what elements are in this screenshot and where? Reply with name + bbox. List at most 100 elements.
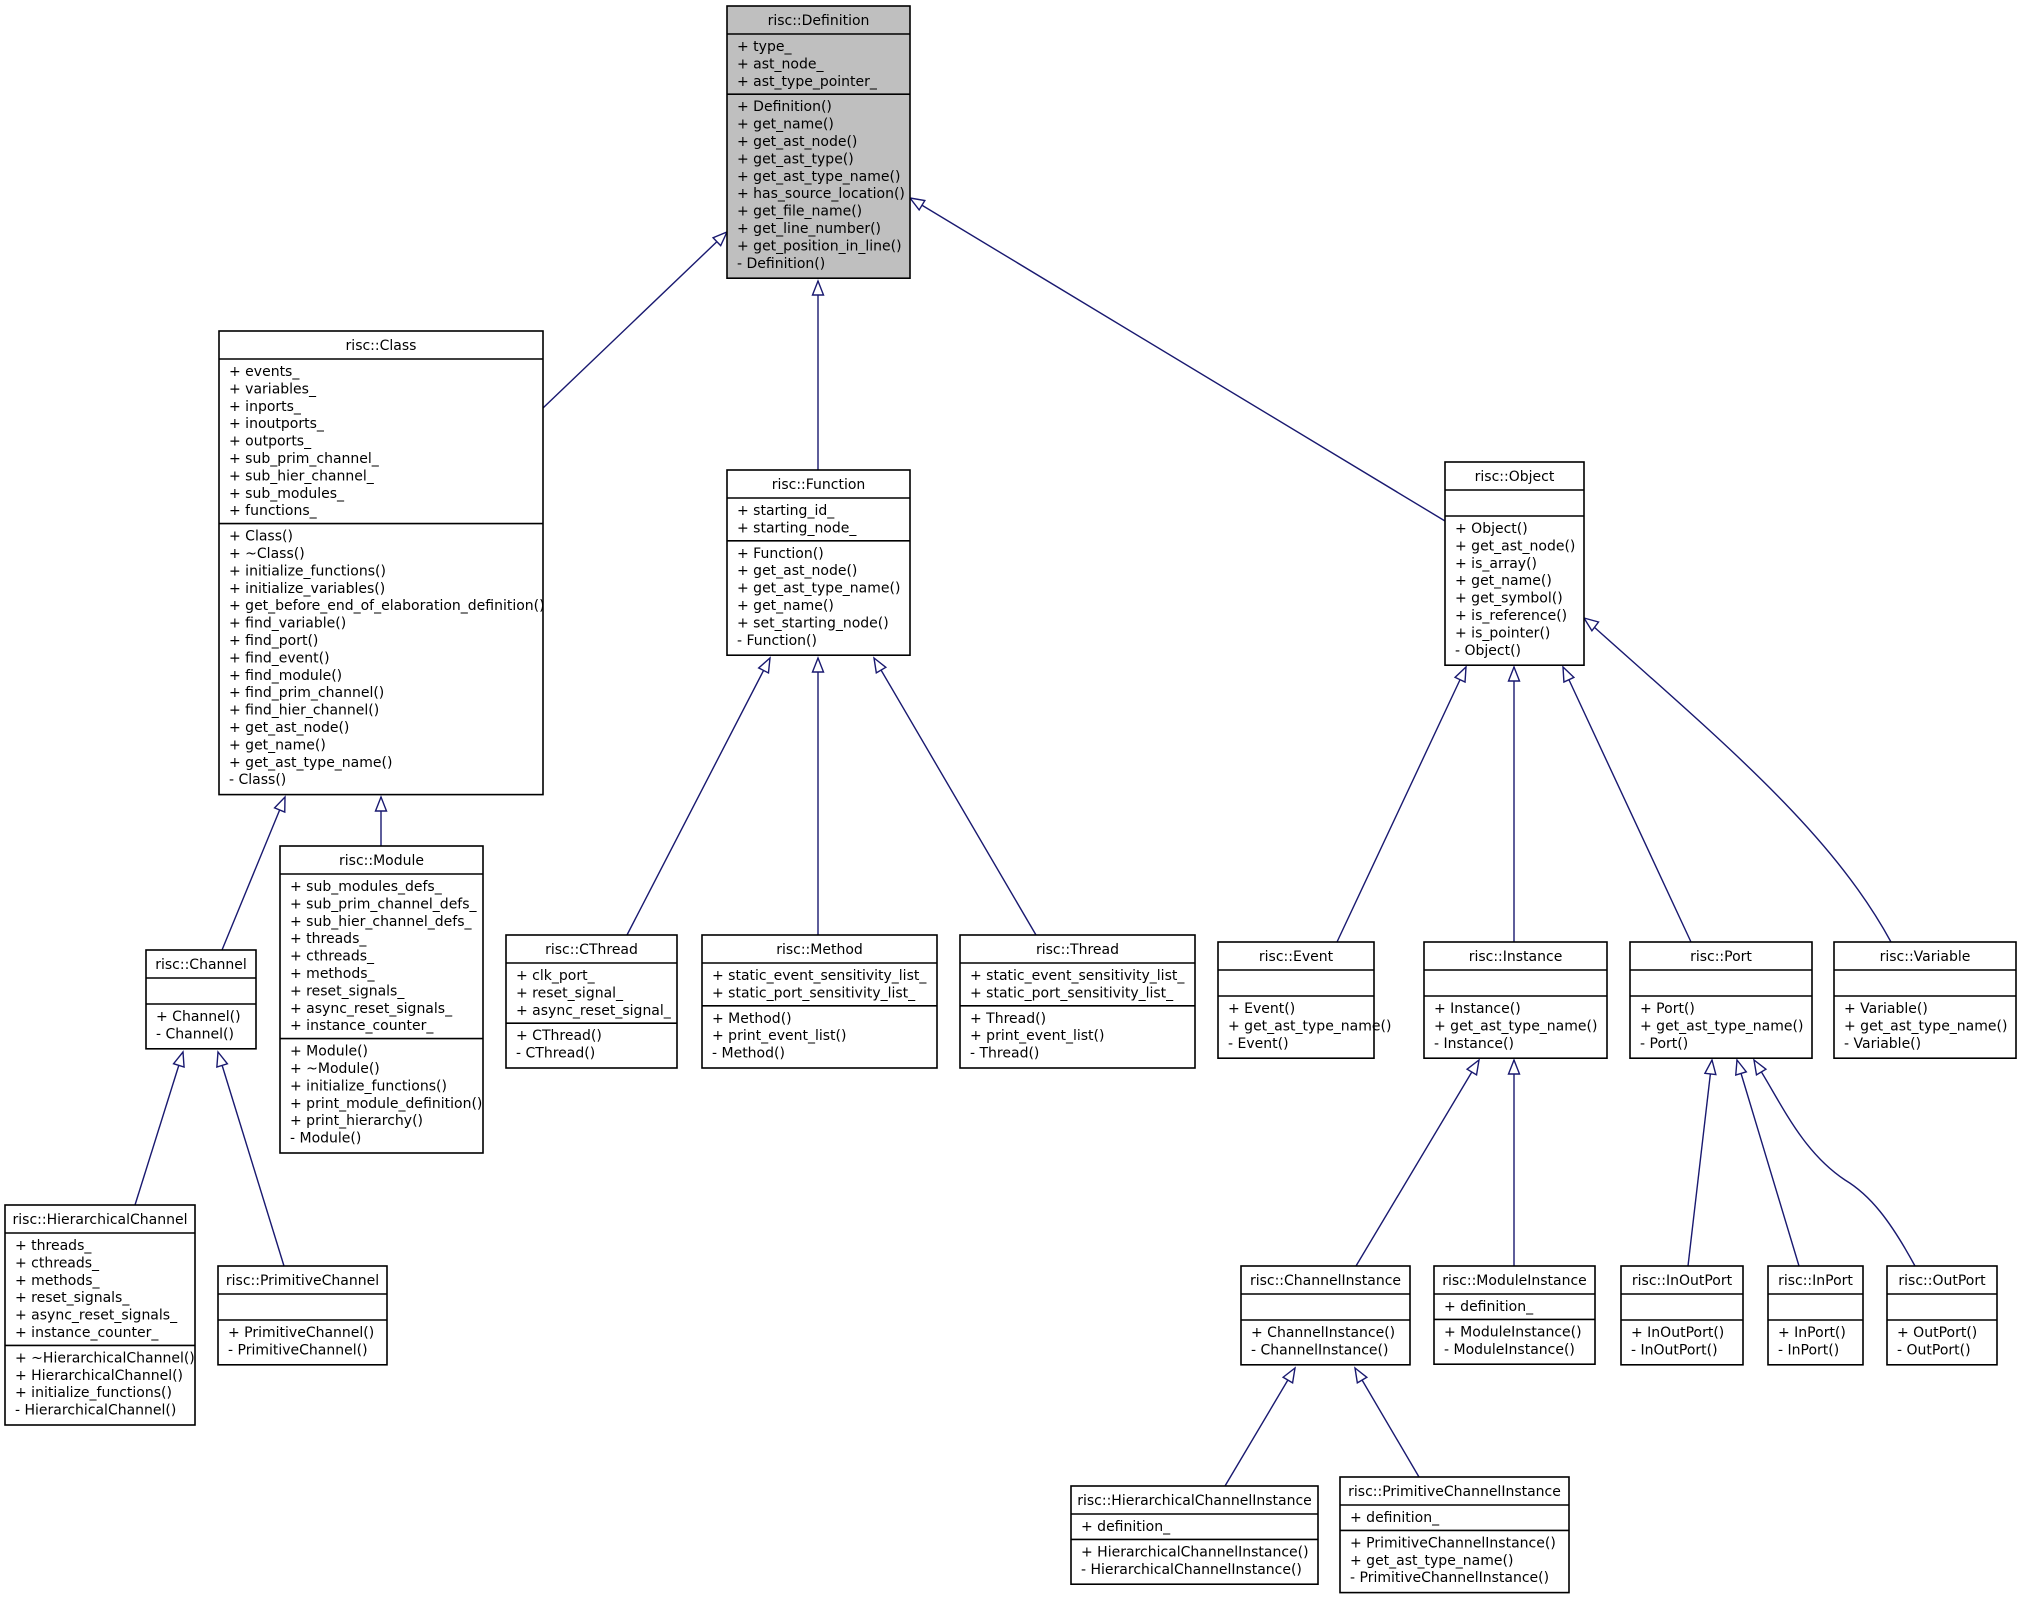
- generalization-arrow-icon: [1507, 665, 1521, 682]
- generalization-arrow-icon: [172, 1050, 185, 1068]
- class-method: + get_name(): [737, 598, 834, 614]
- class-box-primitive-channel-instance[interactable]: risc::PrimitiveChannelInstance+ definiti…: [1339, 1476, 1570, 1594]
- class-attribute: + static_port_sensitivity_list_: [712, 985, 916, 1001]
- generalization-arrow-icon: [1354, 1366, 1369, 1384]
- inheritance-edge-thread-to-function: [873, 656, 1037, 936]
- class-attribute: + variables_: [229, 381, 317, 397]
- class-method: + Object(): [1455, 521, 1528, 537]
- generalization-arrow-icon: [757, 656, 771, 675]
- class-box-event[interactable]: risc::Event+ Event()+ get_ast_type_name(…: [1217, 941, 1391, 1059]
- class-method: + InOutPort(): [1631, 1325, 1724, 1341]
- class-attribute: + definition_: [1350, 1510, 1440, 1526]
- class-name: risc::HierarchicalChannelInstance: [1077, 1493, 1312, 1509]
- class-box-in-out-port[interactable]: risc::InOutPort+ InOutPort()- InOutPort(…: [1620, 1265, 1744, 1366]
- class-method: + get_position_in_line(): [737, 238, 902, 254]
- class-box-object[interactable]: risc::Object+ Object()+ get_ast_node()+ …: [1444, 461, 1585, 666]
- class-method: + get_name(): [229, 737, 326, 753]
- class-method: - Function(): [737, 633, 817, 649]
- edge-line: [873, 657, 1037, 936]
- class-method: - Definition(): [737, 256, 825, 272]
- class-box-hierarchical-channel-instance[interactable]: risc::HierarchicalChannelInstance+ defin…: [1070, 1485, 1319, 1585]
- class-name: risc::Module: [339, 853, 424, 869]
- class-box-cthread[interactable]: risc::CThread+ clk_port_+ reset_signal_+…: [505, 934, 678, 1069]
- class-attribute: + definition_: [1444, 1299, 1534, 1315]
- edge-line: [1355, 1059, 1480, 1267]
- class-method: + Instance(): [1434, 1001, 1521, 1017]
- class-method: + find_hier_channel(): [229, 703, 379, 719]
- edge-line: [1354, 1367, 1420, 1478]
- class-name: risc::Method: [776, 942, 863, 958]
- class-attribute: + sub_modules_: [229, 486, 345, 502]
- class-box-out-port[interactable]: risc::OutPort+ OutPort()- OutPort(): [1886, 1265, 1998, 1366]
- class-attribute: + sub_hier_channel_defs_: [290, 914, 472, 930]
- class-method: + PrimitiveChannel(): [228, 1325, 374, 1341]
- class-box-channel-instance[interactable]: risc::ChannelInstance+ ChannelInstance()…: [1240, 1265, 1411, 1366]
- inheritance-edge-class-to-definition: [542, 230, 729, 409]
- inheritance-edge-primitive-channel-to-channel: [216, 1050, 285, 1267]
- class-method: + Class(): [229, 529, 293, 545]
- class-name: risc::ModuleInstance: [1442, 1273, 1587, 1289]
- class-method: + is_reference(): [1455, 608, 1567, 624]
- generalization-arrow-icon: [1507, 1058, 1521, 1075]
- class-method: + ModuleInstance(): [1444, 1324, 1582, 1340]
- generalization-arrow-icon: [374, 795, 388, 812]
- class-attribute: + methods_: [290, 966, 376, 982]
- generalization-arrow-icon: [1453, 665, 1467, 684]
- class-box-module[interactable]: risc::Module+ sub_modules_defs_+ sub_pri…: [279, 845, 484, 1154]
- inheritance-edge-variable-to-object: [1582, 616, 1892, 943]
- class-method: + Method(): [712, 1011, 792, 1027]
- class-method: + ~Module(): [290, 1061, 380, 1077]
- class-box-channel[interactable]: risc::Channel+ Channel()- Channel(): [145, 949, 257, 1050]
- class-box-instance[interactable]: risc::Instance+ Instance()+ get_ast_type…: [1423, 941, 1608, 1059]
- class-name: risc::InPort: [1778, 1273, 1853, 1289]
- class-method: + InPort(): [1778, 1325, 1846, 1341]
- class-box-function[interactable]: risc::Function+ starting_id_+ starting_n…: [726, 469, 911, 656]
- class-method: + initialize_functions(): [229, 563, 386, 579]
- class-name: risc::Class: [346, 338, 417, 354]
- class-attribute: + async_reset_signals_: [15, 1308, 178, 1324]
- generalization-arrow-icon: [1753, 1058, 1768, 1076]
- class-box-class[interactable]: risc::Class+ events_+ variables_+ inport…: [218, 330, 545, 796]
- inheritance-edge-module-instance-to-instance: [1507, 1058, 1521, 1266]
- class-method: + Module(): [290, 1044, 368, 1060]
- class-method: - Port(): [1640, 1036, 1688, 1052]
- edge-line: [626, 657, 771, 936]
- edge-line: [1736, 1059, 1800, 1267]
- class-method: + get_before_end_of_elaboration_definiti…: [229, 598, 545, 614]
- class-attribute: + static_port_sensitivity_list_: [970, 985, 1174, 1001]
- class-box-definition[interactable]: risc::Definition+ type_+ ast_node_+ ast_…: [726, 5, 911, 280]
- class-method: - ModuleInstance(): [1444, 1342, 1575, 1358]
- class-attribute: + async_reset_signal_: [516, 1003, 672, 1019]
- class-method: - Module(): [290, 1131, 361, 1147]
- class-attribute: + static_event_sensitivity_list_: [712, 968, 927, 984]
- class-method: + get_ast_type_name(): [737, 169, 900, 185]
- generalization-arrow-icon: [273, 795, 286, 814]
- class-box-hierarchical-channel[interactable]: risc::HierarchicalChannel+ threads_+ cth…: [4, 1204, 196, 1426]
- class-box-variable[interactable]: risc::Variable+ Variable()+ get_ast_type…: [1833, 941, 2017, 1059]
- class-method: - Class(): [229, 772, 286, 788]
- class-method: - Instance(): [1434, 1036, 1514, 1052]
- class-attribute: + ast_type_pointer_: [737, 74, 878, 90]
- inheritance-edge-method-to-function: [811, 656, 825, 935]
- generalization-arrow-icon: [1465, 1058, 1480, 1076]
- inheritance-edge-event-to-object: [1336, 665, 1467, 943]
- class-box-thread[interactable]: risc::Thread+ static_event_sensitivity_l…: [959, 934, 1196, 1069]
- class-method: + get_ast_type(): [737, 151, 854, 167]
- class-method: - Channel(): [156, 1026, 234, 1042]
- edge-line: [1687, 1059, 1713, 1267]
- class-name: risc::Event: [1259, 949, 1334, 965]
- class-method: + ~HierarchicalChannel(): [15, 1350, 195, 1366]
- class-box-port[interactable]: risc::Port+ Port()+ get_ast_type_name()-…: [1629, 941, 1813, 1059]
- class-box-in-port[interactable]: risc::InPort+ InPort()- InPort(): [1767, 1265, 1864, 1366]
- class-method: + ChannelInstance(): [1251, 1325, 1395, 1341]
- class-method: + HierarchicalChannel(): [15, 1368, 183, 1384]
- class-method: + get_line_number(): [737, 221, 881, 237]
- class-attribute: + cthreads_: [15, 1255, 100, 1271]
- class-method: - CThread(): [516, 1046, 595, 1062]
- class-name: risc::HierarchicalChannel: [13, 1212, 188, 1228]
- class-name: risc::CThread: [545, 942, 638, 958]
- class-box-module-instance[interactable]: risc::ModuleInstance+ definition_+ Modul…: [1433, 1265, 1596, 1365]
- class-box-primitive-channel[interactable]: risc::PrimitiveChannel+ PrimitiveChannel…: [217, 1265, 388, 1366]
- class-method: - Method(): [712, 1046, 785, 1062]
- class-box-method[interactable]: risc::Method+ static_event_sensitivity_l…: [701, 934, 938, 1069]
